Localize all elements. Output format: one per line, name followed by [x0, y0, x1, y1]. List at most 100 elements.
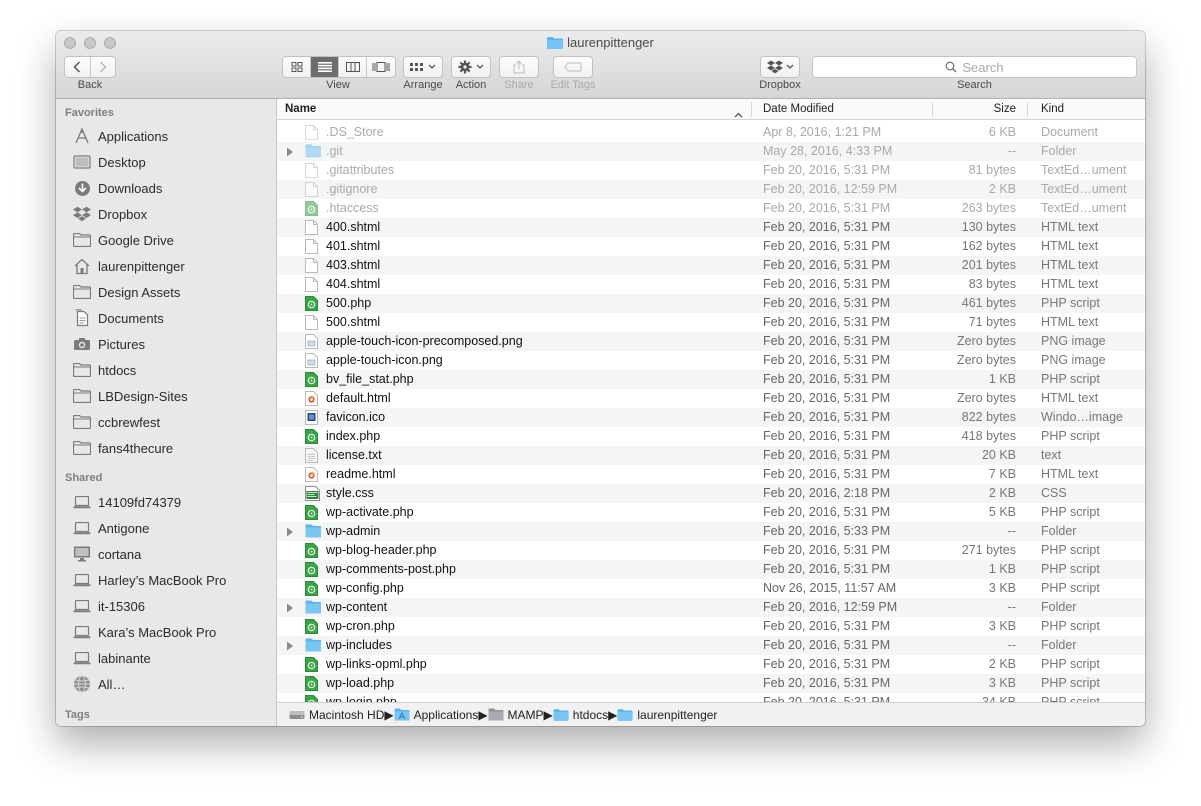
file-date-modified: Feb 20, 2016, 5:31 PM	[763, 315, 891, 329]
file-row[interactable]: .htaccess Feb 20, 2016, 5:31 PM 263 bytes T…	[277, 199, 1145, 218]
sidebar-item-14109fd74379[interactable]: 14109fd74379	[72, 491, 181, 513]
sidebar-item-htdocs[interactable]: htdocs	[72, 359, 136, 381]
path-crumb-macintosh-hd[interactable]: Macintosh HD	[289, 708, 384, 722]
file-row[interactable]: apple-touch-icon-precomposed.png Feb 20, …	[277, 332, 1145, 351]
edit-tags-button[interactable]	[553, 56, 593, 78]
file-row[interactable]: default.html Feb 20, 2016, 5:31 PM Zero by…	[277, 389, 1145, 408]
sidebar-item-pictures[interactable]: Pictures	[72, 333, 145, 355]
kind-column-header[interactable]: Kind	[1041, 99, 1141, 120]
list-view-button[interactable]	[311, 57, 339, 77]
file-row[interactable]: 404.shtml Feb 20, 2016, 5:31 PM 83 bytes HT…	[277, 275, 1145, 294]
file-row[interactable]: wp-cron.php Feb 20, 2016, 5:31 PM 3 KB PHP …	[277, 617, 1145, 636]
file-row[interactable]: license.txt Feb 20, 2016, 5:31 PM 20 KB tex…	[277, 446, 1145, 465]
sidebar-item-downloads[interactable]: Downloads	[72, 177, 162, 199]
file-kind: PHP script	[1041, 296, 1100, 310]
file-row[interactable]: .gitignore Feb 20, 2016, 12:59 PM 2 KB Text…	[277, 180, 1145, 199]
size-column-header[interactable]: Size	[937, 99, 1016, 120]
computer-icon	[72, 623, 92, 641]
disclosure-triangle-icon[interactable]	[286, 636, 296, 655]
file-row[interactable]: 401.shtml Feb 20, 2016, 5:31 PM 162 bytes H…	[277, 237, 1145, 256]
file-size: Zero bytes	[956, 334, 1016, 348]
file-row[interactable]: bv_file_stat.php Feb 20, 2016, 5:31 PM 1 K…	[277, 370, 1145, 389]
file-kind: PHP script	[1041, 619, 1100, 633]
path-crumb-htdocs[interactable]: htdocs	[553, 708, 608, 722]
file-row[interactable]: .git May 28, 2016, 4:33 PM -- Folder	[277, 142, 1145, 161]
disclosure-triangle-icon[interactable]	[286, 522, 296, 541]
sidebar-item-design-assets[interactable]: Design Assets	[72, 281, 180, 303]
icon-view-button[interactable]	[283, 57, 311, 77]
dropbox-button[interactable]	[760, 56, 800, 78]
file-name: apple-touch-icon-precomposed.png	[326, 334, 523, 348]
file-row[interactable]: favicon.ico Feb 20, 2016, 5:31 PM 822 byte…	[277, 408, 1145, 427]
file-row[interactable]: readme.html Feb 20, 2016, 5:31 PM 7 KB HTML…	[277, 465, 1145, 484]
action-button[interactable]	[451, 56, 491, 78]
file-row[interactable]: wp-config.php Nov 26, 2015, 11:57 AM 3 KB P…	[277, 579, 1145, 598]
sidebar-item-ccbrewfest[interactable]: ccbrewfest	[72, 411, 160, 433]
file-row[interactable]: index.php Feb 20, 2016, 5:31 PM 418 bytes P…	[277, 427, 1145, 446]
disclosure-triangle-icon[interactable]	[286, 142, 296, 161]
file-row[interactable]: wp-login.php Feb 20, 2016, 5:31 PM 34 KB PH…	[277, 693, 1145, 702]
column-view-button[interactable]	[339, 57, 367, 77]
cover-flow-button[interactable]	[367, 57, 395, 77]
file-row[interactable]: wp-comments-post.php Feb 20, 2016, 5:31 P…	[277, 560, 1145, 579]
file-row[interactable]: 403.shtml Feb 20, 2016, 5:31 PM 201 bytes H…	[277, 256, 1145, 275]
sidebar-item-dropbox[interactable]: Dropbox	[72, 203, 147, 225]
sidebar-item-documents[interactable]: Documents	[72, 307, 164, 329]
file-name: wp-blog-header.php	[326, 543, 437, 557]
folder-icon	[305, 524, 321, 539]
share-button[interactable]	[499, 56, 539, 78]
path-crumb-mamp[interactable]: MAMP	[488, 708, 544, 722]
file-kind: Document	[1041, 125, 1098, 139]
arrange-button[interactable]	[403, 56, 443, 78]
file-kind: PHP script	[1041, 429, 1100, 443]
sidebar-item-all[interactable]: All…	[72, 673, 125, 695]
sidebar-item-laurenpittenger[interactable]: laurenpittenger	[72, 255, 185, 277]
file-row[interactable]: 400.shtml Feb 20, 2016, 5:31 PM 130 bytes H…	[277, 218, 1145, 237]
folder-icon	[72, 413, 92, 431]
sidebar-item-labinante[interactable]: labinante	[72, 647, 151, 669]
path-crumb-label: laurenpittenger	[637, 707, 718, 722]
path-crumb-laurenpittenger[interactable]: laurenpittenger	[617, 708, 717, 722]
file-name: bv_file_stat.php	[326, 372, 414, 386]
sidebar-item-applications[interactable]: Applications	[72, 125, 168, 147]
sidebar-item-antigone[interactable]: Antigone	[72, 517, 149, 539]
name-column-header[interactable]: Name	[285, 99, 725, 120]
sidebar-item-desktop[interactable]: Desktop	[72, 151, 146, 173]
search-input[interactable]: Search	[812, 56, 1137, 78]
sidebar-item-harley-s-macbook-pro[interactable]: Harley’s MacBook Pro	[72, 569, 226, 591]
file-row[interactable]: wp-includes Feb 20, 2016, 5:31 PM -- Folder	[277, 636, 1145, 655]
forward-button[interactable]	[91, 57, 116, 77]
sidebar-item-kara-s-macbook-pro[interactable]: Kara’s MacBook Pro	[72, 621, 216, 643]
file-kind: Folder	[1041, 144, 1077, 158]
file-row[interactable]: wp-blog-header.php Feb 20, 2016, 5:31 PM 2…	[277, 541, 1145, 560]
file-row[interactable]: 500.shtml Feb 20, 2016, 5:31 PM 71 bytes HT…	[277, 313, 1145, 332]
sidebar-item-google-drive[interactable]: Google Drive	[72, 229, 174, 251]
path-crumb-applications[interactable]: Applications	[394, 708, 478, 722]
sidebar-item-lbdesign-sites[interactable]: LBDesign-Sites	[72, 385, 188, 407]
sidebar-item-label: Google Drive	[98, 232, 174, 248]
file-row[interactable]: wp-links-opml.php Feb 20, 2016, 5:31 PM 2 …	[277, 655, 1145, 674]
sidebar-item-fans4thecure[interactable]: fans4thecure	[72, 437, 173, 459]
sidebar-item-label: it-15306	[98, 598, 145, 614]
file-row[interactable]: wp-activate.php Feb 20, 2016, 5:31 PM 5 KB…	[277, 503, 1145, 522]
file-size: --	[1007, 600, 1016, 614]
sidebar-item-cortana[interactable]: cortana	[72, 543, 141, 565]
disclosure-triangle-icon[interactable]	[286, 598, 296, 617]
search-label: Search	[957, 79, 992, 91]
file-row[interactable]: wp-admin Feb 20, 2016, 5:33 PM -- Folder	[277, 522, 1145, 541]
date-column-header[interactable]: Date Modified	[763, 99, 923, 120]
network-icon	[72, 675, 92, 693]
sidebar-item-it-15306[interactable]: it-15306	[72, 595, 145, 617]
file-row[interactable]: wp-content Feb 20, 2016, 12:59 PM -- Folder	[277, 598, 1145, 617]
file-size: Zero bytes	[956, 353, 1016, 367]
file-row[interactable]: 500.php Feb 20, 2016, 5:31 PM 461 bytes PHP…	[277, 294, 1145, 313]
file-row[interactable]: wp-load.php Feb 20, 2016, 5:31 PM 3 KB PHP …	[277, 674, 1145, 693]
file-row[interactable]: .DS_Store Apr 8, 2016, 1:21 PM 6 KB Documen…	[277, 123, 1145, 142]
file-row[interactable]: .gitattributes Feb 20, 2016, 5:31 PM 81 by…	[277, 161, 1145, 180]
sidebar-item-label: Dropbox	[98, 206, 148, 222]
back-button[interactable]	[65, 57, 91, 77]
file-size: 263 bytes	[961, 201, 1016, 215]
file-row[interactable]: style.css Feb 20, 2016, 2:18 PM 2 KB CSS	[277, 484, 1145, 503]
file-row[interactable]: apple-touch-icon.png Feb 20, 2016, 5:31 P…	[277, 351, 1145, 370]
toolbar: laurenpittenger Back View Arrange Action…	[56, 31, 1145, 99]
